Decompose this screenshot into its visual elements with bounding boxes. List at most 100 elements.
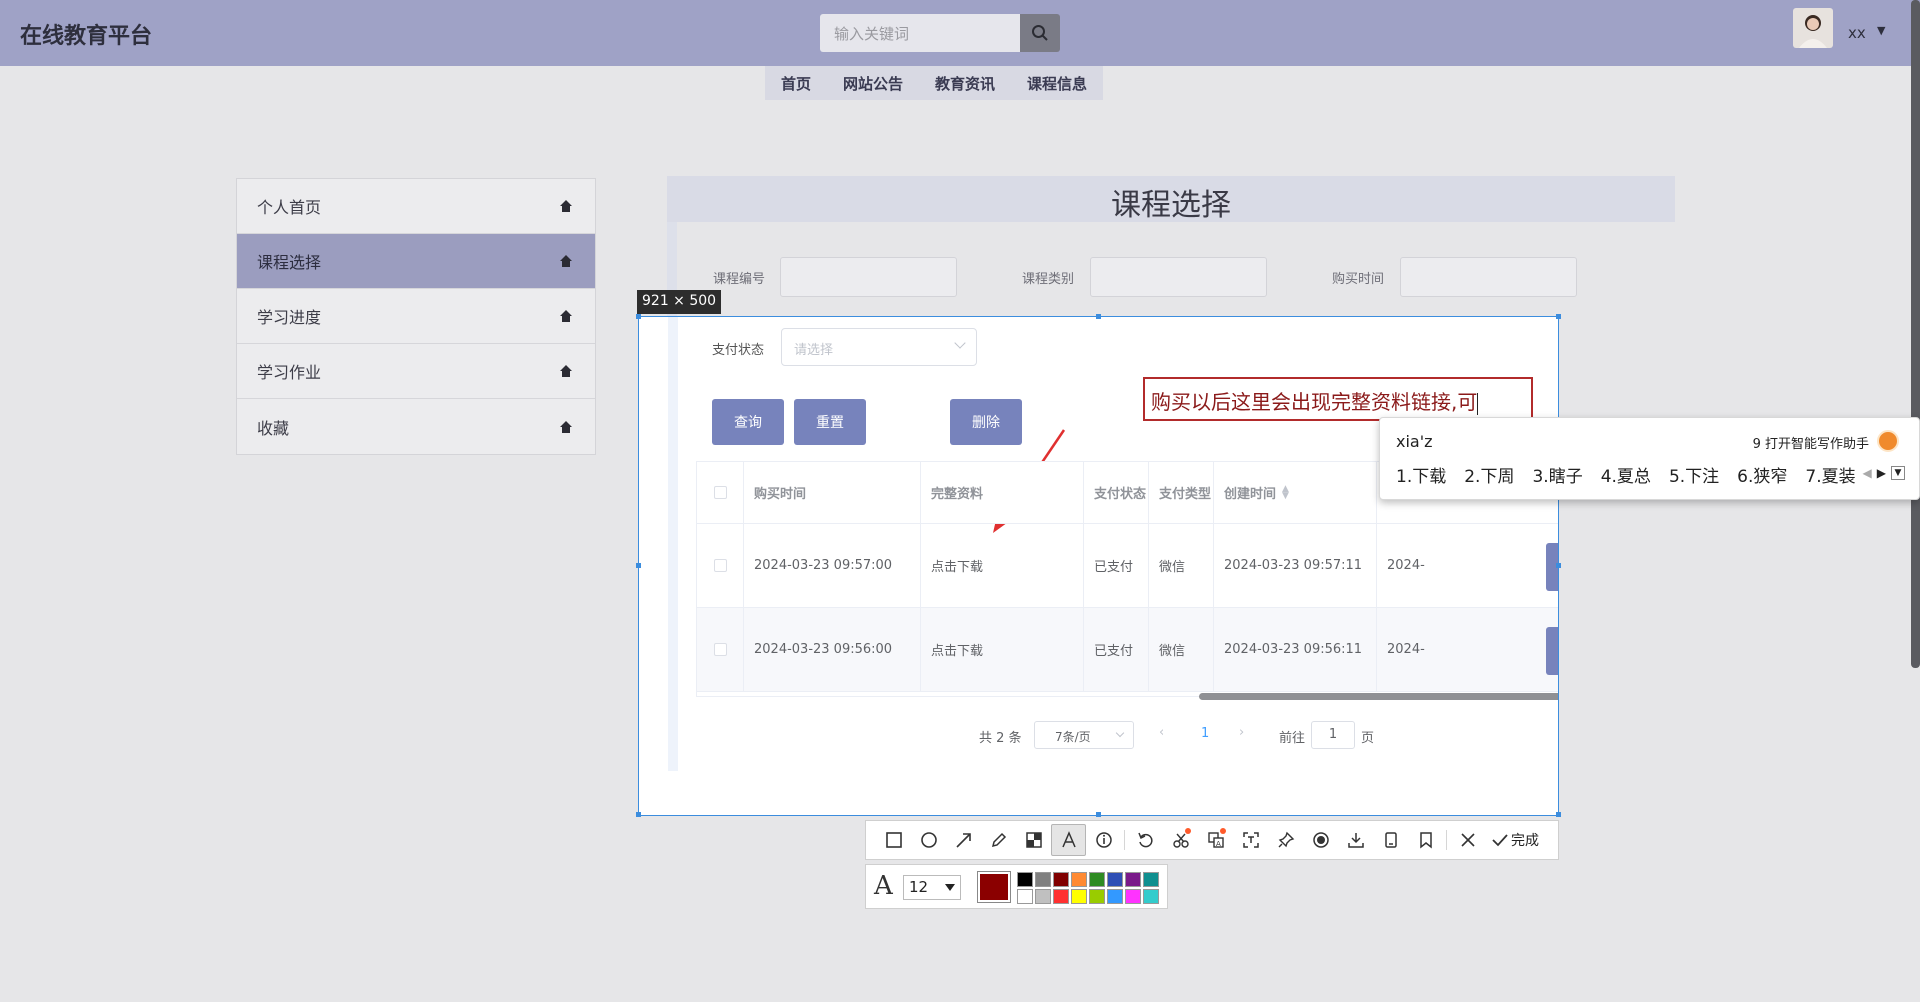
- color-swatch[interactable]: [1035, 872, 1051, 887]
- ime-candidate[interactable]: 5.下注: [1669, 462, 1719, 487]
- done-button[interactable]: 完成: [1485, 824, 1545, 856]
- next-page-icon[interactable]: ›: [1239, 725, 1244, 740]
- sidebar-item-homework[interactable]: 学习作业: [237, 344, 595, 399]
- nav-announcements[interactable]: 网站公告: [827, 66, 919, 100]
- download-link[interactable]: 点击下载: [921, 524, 1084, 607]
- resize-handle[interactable]: [1556, 812, 1561, 817]
- ellipse-tool[interactable]: [911, 824, 946, 856]
- mosaic-tool[interactable]: [1016, 824, 1051, 856]
- course-no-input[interactable]: [780, 257, 957, 297]
- resize-handle[interactable]: [1556, 314, 1561, 319]
- resize-handle[interactable]: [636, 812, 641, 817]
- ime-expand-icon[interactable]: ▼: [1891, 466, 1905, 480]
- download-link[interactable]: 点击下载: [921, 608, 1084, 691]
- sidebar-item-progress[interactable]: 学习进度: [237, 289, 595, 344]
- sidebar-item-favorites[interactable]: 收藏: [237, 399, 595, 454]
- resize-handle[interactable]: [636, 314, 641, 319]
- color-swatch[interactable]: [1089, 889, 1105, 904]
- current-color-swatch[interactable]: [977, 871, 1011, 903]
- page-number-current[interactable]: 1: [1201, 726, 1209, 741]
- ime-writing-assistant[interactable]: 9 打开智能写作助手: [1753, 433, 1869, 452]
- username[interactable]: xx: [1848, 24, 1866, 42]
- ime-prev-icon[interactable]: ◀: [1863, 466, 1872, 480]
- ime-candidate[interactable]: 3.瞎子: [1532, 462, 1582, 487]
- column-header-buy-time[interactable]: 购买时间: [744, 462, 921, 523]
- sort-icon[interactable]: ▲ ▼: [1282, 484, 1289, 500]
- record-tool[interactable]: [1303, 824, 1338, 856]
- translate-tool[interactable]: A: [1198, 824, 1233, 856]
- cancel-button[interactable]: [1450, 824, 1485, 856]
- color-swatch[interactable]: [1107, 872, 1123, 887]
- color-swatch[interactable]: [1071, 889, 1087, 904]
- ime-next-icon[interactable]: ▶: [1877, 466, 1886, 480]
- color-swatch[interactable]: [1035, 889, 1051, 904]
- query-button[interactable]: 查询: [712, 399, 784, 445]
- font-size-select[interactable]: 12: [903, 875, 961, 900]
- resize-handle[interactable]: [1096, 314, 1101, 319]
- ime-candidate[interactable]: 7.夏装: [1805, 462, 1855, 487]
- number-tool[interactable]: [1086, 824, 1121, 856]
- color-swatch[interactable]: [1017, 872, 1033, 887]
- column-header-pay-status[interactable]: 支付状态: [1084, 462, 1149, 523]
- resize-handle[interactable]: [636, 563, 641, 568]
- color-swatch[interactable]: [1125, 872, 1141, 887]
- pencil-tool[interactable]: [981, 824, 1016, 856]
- resize-handle[interactable]: [1096, 812, 1101, 817]
- ime-candidate[interactable]: 6.狭窄: [1737, 462, 1787, 487]
- search-button[interactable]: [1020, 14, 1060, 52]
- prev-page-icon[interactable]: ‹: [1159, 725, 1164, 740]
- select-all-checkbox[interactable]: [713, 486, 727, 499]
- nav-courses[interactable]: 课程信息: [1011, 66, 1103, 100]
- capture-region[interactable]: 支付状态 请选择 查询 重置 删除 购买以后这里会出现完整资料链接,可 购买时间…: [638, 316, 1559, 816]
- color-swatch[interactable]: [1143, 889, 1159, 904]
- column-header-material[interactable]: 完整资料: [921, 462, 1084, 523]
- page-scrollbar[interactable]: [1911, 0, 1920, 668]
- undo-tool[interactable]: [1128, 824, 1163, 856]
- color-swatch[interactable]: [1125, 889, 1141, 904]
- color-swatch[interactable]: [1071, 872, 1087, 887]
- chevron-down-icon[interactable]: ▼: [1877, 24, 1885, 37]
- ime-candidate[interactable]: 1.下载: [1396, 462, 1446, 487]
- color-swatch[interactable]: [1143, 872, 1159, 887]
- page-size-select[interactable]: 7条/页: [1034, 721, 1134, 749]
- rectangle-tool[interactable]: [876, 824, 911, 856]
- text-annotation[interactable]: 购买以后这里会出现完整资料链接,可: [1143, 377, 1533, 421]
- arrow-tool[interactable]: [946, 824, 981, 856]
- ime-candidate[interactable]: 2.下周: [1464, 462, 1514, 487]
- resize-handle[interactable]: [1556, 563, 1561, 568]
- sidebar-item-course-select[interactable]: 课程选择: [237, 234, 595, 289]
- pay-status-select[interactable]: 请选择: [781, 328, 977, 366]
- ocr-tool[interactable]: [1233, 824, 1268, 856]
- ai-cutout-tool[interactable]: [1163, 824, 1198, 856]
- nav-home[interactable]: 首页: [765, 66, 827, 100]
- row-checkbox[interactable]: [713, 559, 727, 572]
- buy-time-input[interactable]: [1400, 257, 1577, 297]
- ime-logo-icon[interactable]: [1877, 430, 1899, 452]
- avatar[interactable]: [1793, 8, 1833, 48]
- column-header-pay-type[interactable]: 支付类型: [1149, 462, 1214, 523]
- pin-tool[interactable]: [1268, 824, 1303, 856]
- search-input[interactable]: 输入关键词: [820, 14, 1020, 52]
- color-swatch[interactable]: [1107, 889, 1123, 904]
- long-screenshot-tool[interactable]: [1373, 824, 1408, 856]
- bookmark-tool[interactable]: [1408, 824, 1443, 856]
- nav-news[interactable]: 教育资讯: [919, 66, 1011, 100]
- color-swatch[interactable]: [1017, 889, 1033, 904]
- color-swatch[interactable]: [1089, 872, 1105, 887]
- download-tool[interactable]: [1338, 824, 1373, 856]
- sidebar-item-home[interactable]: 个人首页: [237, 179, 595, 234]
- site-brand[interactable]: 在线教育平台: [20, 18, 152, 50]
- course-type-input[interactable]: [1090, 257, 1267, 297]
- row-checkbox[interactable]: [713, 643, 727, 656]
- column-header-created[interactable]: 创建时间 ▲ ▼: [1214, 462, 1377, 523]
- color-swatch[interactable]: [1053, 872, 1069, 887]
- goto-page-input[interactable]: 1: [1311, 721, 1355, 749]
- detail-button[interactable]: 详情: [1546, 627, 1558, 675]
- ime-candidate[interactable]: 4.夏总: [1601, 462, 1651, 487]
- table-horizontal-scrollbar[interactable]: [1199, 693, 1558, 700]
- table-row[interactable]: 2024-03-23 09:56:00 点击下载 已支付 微信 2024-03-…: [697, 608, 1558, 692]
- table-row[interactable]: 2024-03-23 09:57:00 点击下载 已支付 微信 2024-03-…: [697, 524, 1558, 608]
- color-swatch[interactable]: [1053, 889, 1069, 904]
- text-tool[interactable]: [1051, 824, 1086, 856]
- reset-button[interactable]: 重置: [794, 399, 866, 445]
